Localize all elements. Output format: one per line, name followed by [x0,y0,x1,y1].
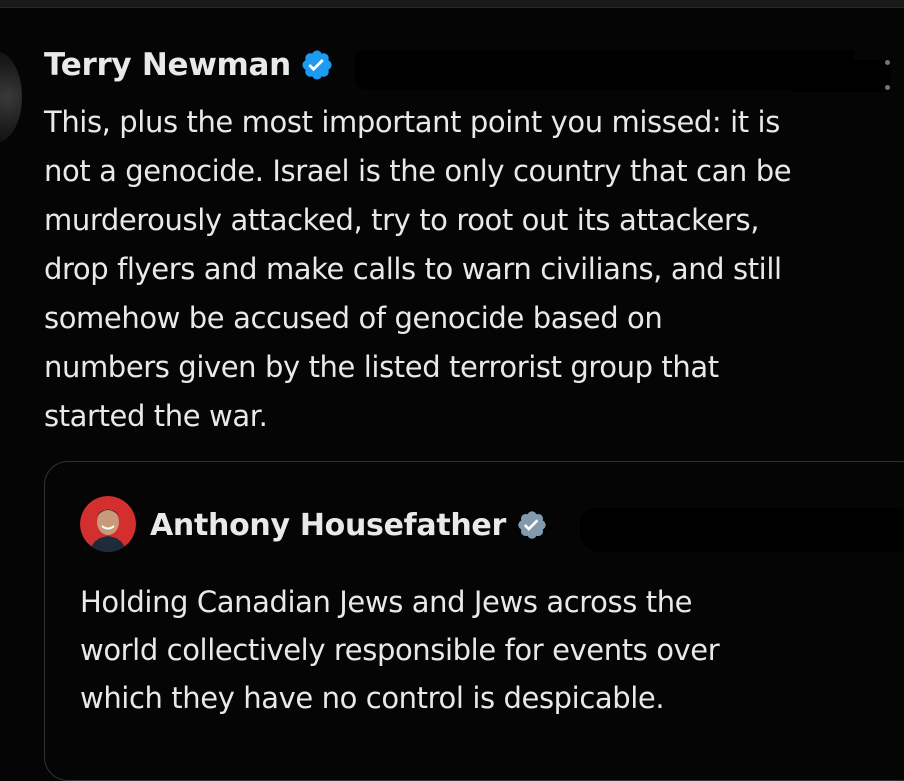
author-avatar[interactable] [0,52,22,142]
verified-badge-icon[interactable] [300,48,334,82]
quoted-author-avatar[interactable] [80,496,136,552]
author-name[interactable]: Terry Newman [44,47,291,83]
tweet-text: This, plus the most important point you … [44,105,792,433]
redaction-bar [580,508,904,552]
redaction-bar [790,60,890,92]
redaction-bar [354,50,854,90]
quoted-author-name[interactable]: Anthony Housefather [150,508,506,543]
quoted-tweet-header: Anthony Housefather [150,502,548,548]
tweet-header: Terry Newman [44,40,334,90]
top-divider [0,0,904,8]
quoted-tweet-text: Holding Canadian Jews and Jews across th… [80,585,720,715]
verified-badge-icon[interactable] [516,509,548,541]
more-options-icon[interactable] [881,60,893,90]
